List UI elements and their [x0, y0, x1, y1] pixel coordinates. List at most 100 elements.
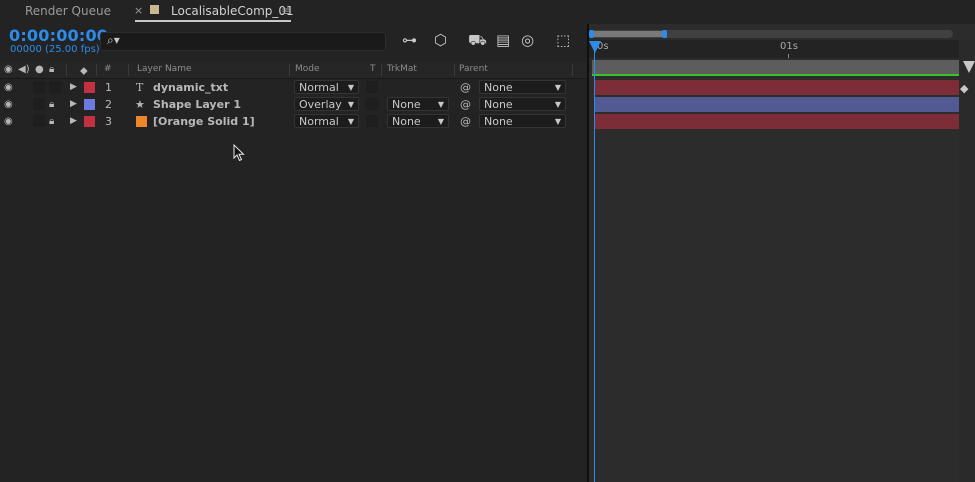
column-trkmat[interactable]: TrkMat — [387, 64, 417, 74]
column-layer-name[interactable]: Layer Name — [137, 64, 192, 74]
label-color-swatch[interactable] — [84, 116, 95, 127]
column-divider — [66, 64, 67, 76]
tab-render-queue[interactable]: Render Queue — [25, 0, 111, 22]
layer-number: 1 — [105, 81, 112, 94]
parent-select[interactable]: None ▼ — [479, 114, 566, 128]
chevron-down-icon: ▼ — [554, 83, 561, 92]
column-divider — [96, 64, 97, 76]
frame-blending-icon[interactable]: ▤ — [496, 31, 510, 49]
expand-arrow-icon[interactable]: ▶ — [70, 96, 77, 113]
column-divider — [381, 64, 382, 76]
cached-frames-bar — [592, 74, 959, 76]
lock-icon[interactable]: 🔒︎ — [49, 96, 54, 113]
current-time-indicator[interactable] — [594, 42, 595, 482]
mouse-cursor-icon — [233, 144, 245, 162]
eye-icon[interactable]: ◉ — [4, 113, 13, 130]
composition-icon — [150, 5, 159, 14]
solo-icon[interactable]: ● — [35, 64, 44, 75]
label-tag-icon[interactable]: ⬥ — [80, 64, 88, 78]
solo-toggle[interactable] — [33, 98, 45, 110]
layer-number: 2 — [105, 98, 112, 111]
navigator-start-handle[interactable] — [589, 30, 594, 38]
video-visibility-icon[interactable]: ◉ — [4, 64, 13, 75]
eye-icon[interactable]: ◉ — [4, 79, 13, 96]
blend-mode-select[interactable]: Normal ▼ — [294, 80, 359, 94]
parent-value: None — [484, 81, 513, 94]
tab-menu-icon[interactable]: ≡ — [281, 0, 291, 22]
expand-arrow-icon[interactable]: ▶ — [70, 113, 77, 130]
work-area-bar[interactable] — [592, 60, 959, 74]
draft-3d-icon[interactable]: ⬡ — [434, 31, 447, 49]
solo-toggle[interactable] — [33, 81, 45, 93]
chevron-down-icon: ▼ — [347, 100, 354, 109]
ruler-tick — [788, 54, 789, 58]
chevron-down-icon: ▼ — [554, 100, 561, 109]
current-time-indicator-head[interactable] — [589, 41, 601, 53]
label-color-swatch[interactable] — [84, 99, 95, 110]
preserve-transparency-toggle[interactable] — [366, 81, 378, 93]
blend-mode-select[interactable]: Overlay ▼ — [294, 97, 359, 111]
audio-icon[interactable]: ◀) — [18, 64, 30, 75]
comp-marker-bin-icon[interactable]: ◆ — [960, 82, 968, 95]
preserve-transparency-toggle[interactable] — [366, 98, 378, 110]
layer-duration-bar[interactable] — [595, 80, 959, 95]
column-number[interactable]: # — [104, 64, 112, 74]
layer-name[interactable]: Shape Layer 1 — [153, 96, 241, 113]
comp-mini-flowchart-icon[interactable]: ⊶ — [402, 31, 417, 49]
hide-shy-layers-icon[interactable]: ⛟ — [468, 31, 487, 49]
blend-mode-value: Overlay — [299, 98, 342, 111]
column-divider — [572, 64, 573, 76]
column-divider — [454, 64, 455, 76]
layer-column-header — [0, 62, 588, 79]
lock-icon[interactable]: 🔒︎ — [49, 64, 54, 75]
timeline-right-edge — [959, 40, 975, 482]
chevron-down-icon: ▼ — [437, 100, 444, 109]
layer-row[interactable]: ◉ 🔒︎ ▶ 3 [Orange Solid 1] Normal ▼ None ▼ … — [0, 113, 588, 130]
blend-mode-value: Normal — [299, 81, 339, 94]
layer-name[interactable]: dynamic_txt — [153, 79, 228, 96]
navigator-end-handle[interactable] — [662, 30, 667, 38]
shape-layer-star-icon: ★ — [135, 98, 145, 111]
eye-icon[interactable]: ◉ — [4, 96, 13, 113]
motion-blur-icon[interactable]: ◎ — [521, 31, 534, 49]
layer-search-input[interactable] — [100, 32, 386, 51]
current-time-display[interactable]: 0:00:00:00 — [9, 26, 108, 45]
pick-whip-icon[interactable]: @ — [460, 96, 471, 113]
parent-select[interactable]: None ▼ — [479, 97, 566, 111]
chevron-down-icon: ▼ — [347, 117, 354, 126]
time-ruler[interactable] — [589, 40, 959, 58]
parent-value: None — [484, 115, 513, 128]
blend-mode-select[interactable]: Normal ▼ — [294, 114, 359, 128]
layer-name[interactable]: [Orange Solid 1] — [153, 113, 255, 130]
column-t[interactable]: T — [370, 64, 376, 74]
column-parent[interactable]: Parent — [459, 64, 488, 74]
chevron-down-icon: ▼ — [554, 117, 561, 126]
solid-color-icon — [136, 116, 147, 127]
track-matte-value: None — [392, 115, 421, 128]
layer-row[interactable]: ◉ 🔒︎ ▶ 2 ★ Shape Layer 1 Overlay ▼ None ▼ … — [0, 96, 588, 113]
track-matte-value: None — [392, 98, 421, 111]
layer-duration-bar[interactable] — [595, 97, 959, 112]
track-matte-select[interactable]: None ▼ — [387, 114, 449, 128]
track-matte-select[interactable]: None ▼ — [387, 97, 449, 111]
active-tab-indicator — [135, 20, 291, 22]
pick-whip-icon[interactable]: @ — [460, 79, 471, 96]
expand-arrow-icon[interactable]: ▶ — [70, 79, 77, 96]
work-area-end-marker-icon[interactable] — [963, 61, 975, 73]
parent-select[interactable]: None ▼ — [479, 80, 566, 94]
graph-editor-icon[interactable]: ⬚ — [556, 31, 570, 49]
lock-icon[interactable]: 🔒︎ — [49, 113, 54, 130]
layer-row[interactable]: ◉ ▶ 1 T dynamic_txt Normal ▼ @ None ▼ — [0, 79, 588, 96]
time-navigator-range[interactable] — [592, 31, 664, 37]
layer-duration-bar[interactable] — [595, 114, 959, 129]
tab-close-icon[interactable]: × — [134, 0, 143, 22]
label-color-swatch[interactable] — [84, 82, 95, 93]
column-mode[interactable]: Mode — [295, 64, 320, 74]
chevron-down-icon: ▼ — [347, 83, 354, 92]
blend-mode-value: Normal — [299, 115, 339, 128]
lock-toggle[interactable] — [49, 81, 61, 93]
pick-whip-icon[interactable]: @ — [460, 113, 471, 130]
solo-toggle[interactable] — [33, 115, 45, 127]
tab-composition[interactable]: LocalisableComp_01 — [171, 0, 294, 22]
preserve-transparency-toggle[interactable] — [366, 115, 378, 127]
